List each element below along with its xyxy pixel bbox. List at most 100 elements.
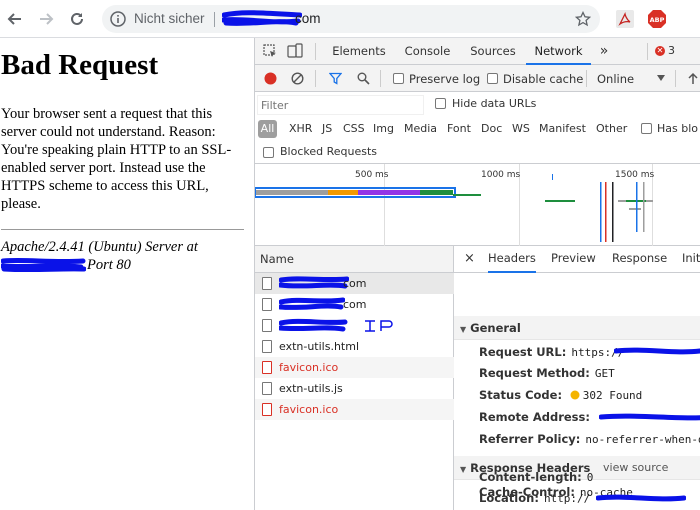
- header-value: GET: [594, 367, 615, 380]
- clear-icon[interactable]: [291, 72, 304, 85]
- filter-funnel-icon[interactable]: [329, 72, 342, 85]
- has-blocked-cookies-label: Has blo: [657, 122, 699, 135]
- tab-elements[interactable]: Elements: [325, 38, 393, 65]
- tab-preview[interactable]: Preview: [551, 246, 596, 273]
- timeline-line: [643, 182, 645, 232]
- dropdown-arrow-icon[interactable]: [657, 75, 665, 81]
- forward-arrow-icon: [40, 13, 54, 25]
- timeline-line: [636, 182, 638, 232]
- request-row[interactable]: favicon.ico: [255, 357, 454, 378]
- device-toolbar-icon[interactable]: [287, 43, 303, 59]
- general-section-header[interactable]: ▼ General: [454, 316, 700, 340]
- request-row[interactable]: com: [255, 273, 454, 294]
- security-label[interactable]: Nicht sicher: [134, 11, 205, 26]
- toolbar-separator: [380, 70, 381, 87]
- filter-bar: Hide data URLs All XHR JS CSS Img Media …: [255, 92, 700, 164]
- request-name: extn-utils.html: [279, 340, 360, 353]
- header-label: Content-length:: [479, 470, 582, 484]
- hide-data-urls-checkbox[interactable]: [435, 98, 446, 109]
- general-section-title: General: [470, 321, 521, 335]
- devtools-panel: Elements Console Sources Network » ✕ 3 P…: [254, 38, 700, 510]
- reload-button[interactable]: [67, 9, 87, 29]
- filter-type-other[interactable]: Other: [596, 122, 627, 135]
- devtools-tab-strip: Elements Console Sources Network » ✕ 3: [255, 38, 700, 65]
- timeline-bar-waiting: [358, 190, 420, 195]
- filter-type-doc[interactable]: Doc: [481, 122, 502, 135]
- inspect-element-icon[interactable]: [263, 44, 278, 59]
- filter-type-img[interactable]: Img: [373, 122, 394, 135]
- filter-type-ws[interactable]: WS: [512, 122, 530, 135]
- stop-sign-icon: ABP: [648, 10, 666, 28]
- tab-sources[interactable]: Sources: [462, 38, 524, 65]
- adblock-extension-icon[interactable]: ABP: [647, 9, 667, 29]
- record-icon[interactable]: [264, 72, 277, 85]
- filter-type-font[interactable]: Font: [447, 122, 471, 135]
- timeline-bar-request: [545, 200, 575, 202]
- info-icon[interactable]: [110, 11, 126, 27]
- request-name: com: [343, 277, 367, 290]
- close-detail-button[interactable]: ×: [464, 246, 475, 273]
- pdf-extension-icon[interactable]: [615, 9, 635, 29]
- preserve-log-checkbox[interactable]: [393, 73, 404, 84]
- network-overview[interactable]: 500 ms 1000 ms 1500 ms: [255, 164, 700, 246]
- import-har-icon[interactable]: [687, 72, 699, 85]
- timeline-line: [612, 182, 614, 242]
- request-name: favicon.ico: [279, 361, 339, 374]
- request-row[interactable]: com: [255, 294, 454, 315]
- header-value: 0: [586, 471, 594, 484]
- tab-console[interactable]: Console: [395, 38, 460, 65]
- filter-type-all[interactable]: All: [258, 120, 277, 138]
- request-row[interactable]: extn-utils.html: [255, 336, 454, 357]
- request-row[interactable]: favicon.ico: [255, 399, 454, 420]
- search-icon[interactable]: [357, 72, 370, 85]
- network-toolbar: Preserve log Disable cache Online: [255, 65, 700, 92]
- server-signature: Apache/2.4.41 (Ubuntu) Server at: [1, 239, 198, 255]
- filter-type-media[interactable]: Media: [404, 122, 437, 135]
- redaction-scribble: [279, 276, 349, 289]
- timeline-marker: [552, 174, 553, 180]
- request-name: com: [343, 298, 367, 311]
- back-button[interactable]: [5, 9, 25, 29]
- file-icon: [262, 277, 272, 290]
- header-row-request-url: Request URL: https://: [479, 345, 624, 359]
- detail-tab-strip: × Headers Preview Response Initi: [454, 246, 700, 273]
- filter-type-manifest[interactable]: Manifest: [539, 122, 586, 135]
- more-tabs-button[interactable]: »: [597, 38, 611, 65]
- file-icon: [262, 382, 272, 395]
- disable-cache-checkbox[interactable]: [487, 73, 498, 84]
- forward-button[interactable]: [36, 9, 56, 29]
- filter-input[interactable]: [257, 95, 424, 115]
- header-value: 302 Found: [582, 389, 643, 402]
- error-message: Your browser sent a request that this se…: [1, 106, 232, 212]
- disable-cache-label: Disable cache: [503, 72, 584, 86]
- timeline-bar-ssl: [328, 190, 358, 195]
- request-row[interactable]: [255, 315, 454, 336]
- browser-toolbar: Nicht sicher com ABP: [0, 0, 700, 38]
- bookmark-star-icon[interactable]: [575, 11, 591, 27]
- request-row[interactable]: extn-utils.js: [255, 378, 454, 399]
- filter-type-css[interactable]: CSS: [343, 122, 365, 135]
- tab-initiator[interactable]: Initi: [682, 246, 700, 273]
- filter-type-xhr[interactable]: XHR: [289, 122, 312, 135]
- throttling-select[interactable]: Online: [597, 72, 634, 86]
- tab-response[interactable]: Response: [612, 246, 667, 273]
- blocked-requests-checkbox[interactable]: [263, 147, 274, 158]
- divider: [1, 229, 244, 230]
- name-column-header[interactable]: Name: [255, 246, 454, 273]
- request-name: favicon.ico: [279, 403, 339, 416]
- page-title: Bad Request: [1, 49, 159, 81]
- error-counter[interactable]: ✕ 3: [655, 44, 675, 57]
- has-blocked-cookies-checkbox[interactable]: [641, 123, 652, 134]
- timeline-load-line: [605, 182, 607, 242]
- address-bar[interactable]: Nicht sicher com: [102, 5, 600, 33]
- view-source-link[interactable]: view source: [603, 456, 668, 480]
- url-text[interactable]: com: [295, 11, 321, 26]
- expand-caret-icon: ▼: [460, 465, 467, 474]
- request-name: extn-utils.js: [279, 382, 343, 395]
- filter-type-js[interactable]: JS: [322, 122, 332, 135]
- header-label: Request Method:: [479, 366, 590, 380]
- header-label: Request URL:: [479, 345, 567, 359]
- tab-headers[interactable]: Headers: [488, 246, 536, 273]
- toolbar-separator: [675, 70, 676, 87]
- tab-network[interactable]: Network: [526, 38, 591, 65]
